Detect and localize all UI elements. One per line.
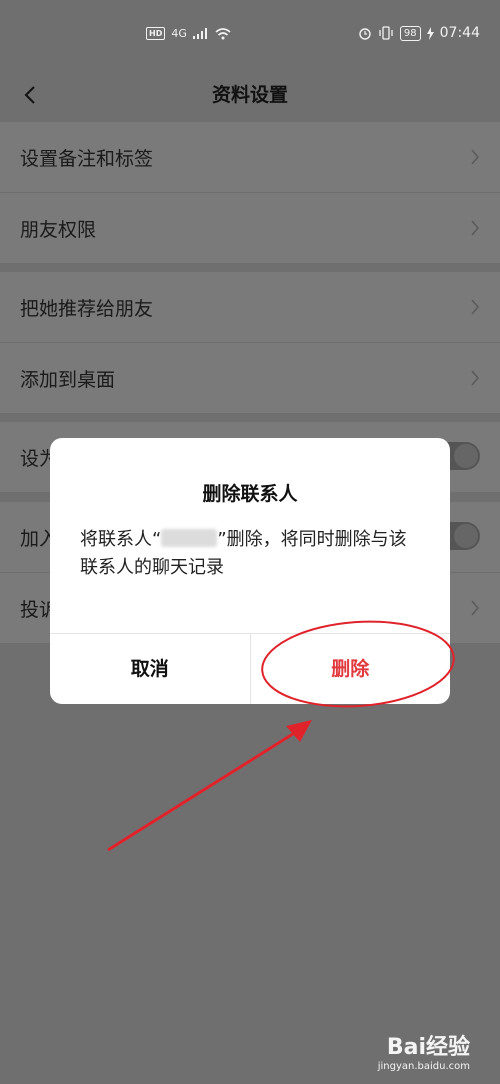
page-title: 资料设置 bbox=[211, 84, 288, 106]
row-label: 把她推荐给朋友 bbox=[20, 298, 154, 320]
vibrate-icon bbox=[379, 26, 393, 40]
cancel-button[interactable]: 取消 bbox=[50, 634, 251, 704]
settings-row-remark[interactable]: 设置备注和标签 bbox=[0, 122, 500, 193]
hd-badge: HD bbox=[146, 27, 166, 40]
settings-group-2: 把她推荐给朋友 添加到桌面 bbox=[0, 272, 500, 413]
settings-row-recommend[interactable]: 把她推荐给朋友 bbox=[0, 272, 500, 343]
arrow-head bbox=[286, 720, 312, 742]
blurred-contact-name bbox=[161, 529, 218, 547]
chevron-right-icon bbox=[471, 299, 479, 315]
delete-button[interactable]: 删除 bbox=[251, 634, 451, 704]
settings-row-permissions[interactable]: 朋友权限 bbox=[0, 193, 500, 263]
wifi-icon bbox=[215, 27, 231, 39]
row-label: 添加到桌面 bbox=[20, 369, 116, 391]
dialog-message: 将联系人“ ”删除，将同时删除与该联系人的聊天记录 bbox=[80, 526, 420, 582]
status-bar: HD 4G 98 07:44 bbox=[0, 0, 500, 70]
nav-bar: 资料设置 bbox=[0, 70, 500, 120]
watermark-url: jingyan.baidu.com bbox=[377, 1061, 470, 1072]
alarm-icon bbox=[359, 28, 371, 40]
delete-contact-dialog: 删除联系人 将联系人“ ”删除，将同时删除与该联系人的聊天记录 取消 删除 bbox=[50, 438, 450, 704]
network-type: 4G bbox=[171, 27, 187, 40]
row-label: 朋友权限 bbox=[20, 219, 97, 241]
arrow-line bbox=[107, 730, 297, 852]
chevron-right-icon bbox=[471, 220, 479, 236]
charging-icon bbox=[426, 26, 434, 40]
status-right: 98 07:44 bbox=[358, 25, 480, 41]
watermark-logo: Bai经验 bbox=[386, 1035, 470, 1060]
dialog-title: 删除联系人 bbox=[202, 483, 298, 505]
chevron-right-icon bbox=[471, 600, 479, 616]
row-label: 设置备注和标签 bbox=[20, 148, 154, 170]
settings-row-add-to-desktop[interactable]: 添加到桌面 bbox=[0, 343, 500, 413]
status-left: HD 4G bbox=[146, 27, 231, 40]
signal-icon bbox=[192, 28, 207, 39]
clock: 07:44 bbox=[439, 25, 480, 41]
chevron-right-icon bbox=[471, 149, 479, 165]
battery-indicator: 98 bbox=[399, 25, 421, 41]
settings-group-1: 设置备注和标签 朋友权限 bbox=[0, 122, 500, 263]
chevron-right-icon bbox=[471, 370, 479, 386]
watermark: Bai经验 jingyan.baidu.com bbox=[378, 1029, 470, 1072]
dialog-message-prefix: 将联系人“ bbox=[80, 529, 162, 550]
dialog-actions: 取消 删除 bbox=[50, 633, 450, 704]
